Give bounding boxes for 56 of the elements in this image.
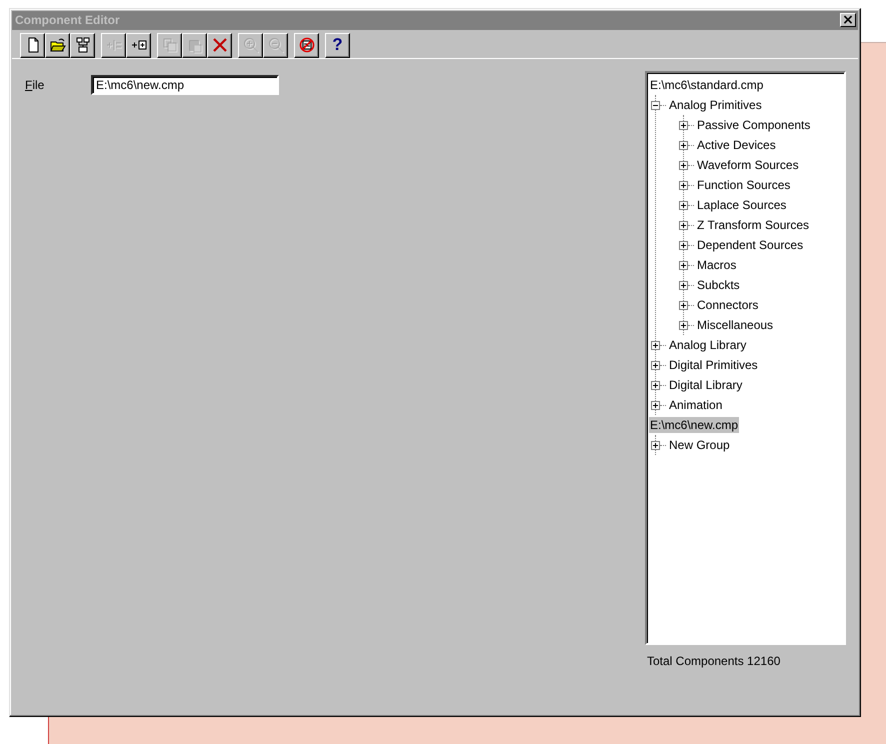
tree-item[interactable]: Subckts	[696, 277, 741, 293]
expand-icon[interactable]	[679, 160, 688, 170]
folder-icon	[50, 37, 66, 53]
expand-icon[interactable]	[679, 320, 688, 330]
expand-icon[interactable]	[679, 240, 688, 250]
new-button[interactable]	[20, 32, 45, 58]
expand-icon[interactable]	[651, 340, 660, 350]
open-button[interactable]	[45, 32, 70, 58]
tree-item[interactable]: E:\mc6\new.cmp	[649, 417, 740, 433]
tree-item[interactable]: Function Sources	[696, 177, 792, 193]
tree-item[interactable]: Analog Library	[668, 337, 748, 353]
zoom-in-icon	[242, 37, 258, 53]
delete-button[interactable]	[207, 32, 232, 58]
no-entry-button[interactable]	[294, 32, 319, 58]
close-button[interactable]: ×	[840, 13, 856, 27]
expand-icon[interactable]	[679, 140, 688, 150]
delete-icon	[212, 37, 228, 53]
prohibited-icon	[298, 37, 314, 53]
plus-split-icon	[106, 37, 122, 53]
tree-item[interactable]: E:\mc6\standard.cmp	[649, 77, 764, 93]
collapse-icon[interactable]	[651, 100, 660, 110]
structure-button[interactable]	[70, 32, 95, 58]
help-button[interactable]: ?	[325, 32, 350, 58]
expand-icon[interactable]	[679, 120, 688, 130]
expand-icon[interactable]	[679, 220, 688, 230]
tree-item[interactable]: Dependent Sources	[696, 237, 804, 253]
tree-item[interactable]: Waveform Sources	[696, 157, 800, 173]
expand-icon[interactable]	[679, 300, 688, 310]
tree-item[interactable]: Digital Primitives	[668, 357, 759, 373]
expand-icon[interactable]	[679, 280, 688, 290]
tree-item[interactable]: Passive Components	[696, 117, 812, 133]
expand-icon[interactable]	[679, 260, 688, 270]
tree-item[interactable]: Laplace Sources	[696, 197, 788, 213]
tree-item[interactable]: Connectors	[696, 297, 760, 313]
window-title: Component Editor	[15, 13, 120, 27]
tree-item[interactable]: Z Transform Sources	[696, 217, 810, 233]
hierarchy-icon	[74, 37, 90, 53]
expand-icon[interactable]	[651, 400, 660, 410]
tree-item[interactable]: Macros	[696, 257, 738, 273]
zoom-out-icon	[268, 37, 284, 53]
total-components: Total Components 12160	[646, 654, 782, 668]
add-box-button[interactable]	[126, 32, 151, 58]
tree-item[interactable]: Digital Library	[668, 377, 744, 393]
tree-item[interactable]: Analog Primitives	[668, 97, 763, 113]
tree-item[interactable]: New Group	[668, 437, 731, 453]
file-label: File	[25, 78, 46, 92]
expand-icon[interactable]	[679, 180, 688, 190]
copy-icon	[162, 37, 178, 53]
expand-icon[interactable]	[679, 200, 688, 210]
expand-icon[interactable]	[651, 380, 660, 390]
file-field[interactable]: E:\mc6\new.cmp	[91, 75, 279, 95]
tree-item[interactable]: Animation	[668, 397, 724, 413]
expand-icon[interactable]	[651, 360, 660, 370]
tree-item[interactable]: Active Devices	[696, 137, 777, 153]
tree-item[interactable]: Miscellaneous	[696, 317, 774, 333]
expand-icon[interactable]	[651, 440, 660, 450]
